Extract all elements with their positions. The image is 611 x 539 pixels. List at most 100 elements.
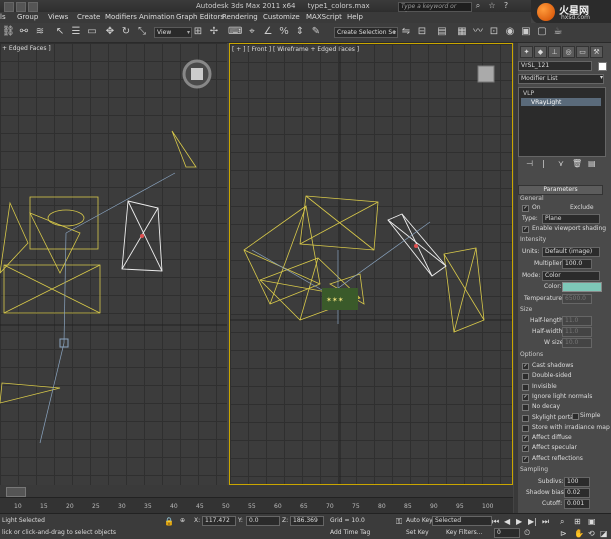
keyboard-shortcut-icon[interactable]: ⌨ bbox=[228, 26, 242, 38]
parameters-rollout[interactable]: Parameters bbox=[518, 185, 603, 195]
menu-create[interactable]: Create bbox=[77, 12, 100, 23]
schematic-view-icon[interactable]: ⊡ bbox=[488, 26, 500, 38]
reference-coord-dropdown[interactable]: View bbox=[154, 27, 192, 38]
go-to-end-icon[interactable]: ⏭ bbox=[542, 517, 549, 527]
orbit-icon[interactable]: ⟲ bbox=[588, 529, 595, 538]
select-manipulate-icon[interactable]: ✢ bbox=[208, 26, 220, 38]
option-checkbox[interactable]: ✓ bbox=[522, 435, 529, 443]
add-time-tag[interactable]: Add Time Tag bbox=[330, 529, 370, 536]
configure-sets-icon[interactable]: ▤ bbox=[588, 159, 596, 168]
modifier-stack[interactable]: VLP VRayLight bbox=[518, 87, 606, 157]
menu-help[interactable]: Help bbox=[347, 12, 363, 23]
graphite-ribbon-icon[interactable]: ▦ bbox=[456, 26, 468, 38]
maximize-viewport-icon[interactable]: ◪ bbox=[600, 529, 608, 538]
current-frame-field[interactable]: 0 bbox=[494, 528, 520, 538]
select-move-icon[interactable]: ✥ bbox=[104, 26, 116, 38]
spinner-snap-icon[interactable]: ⇕ bbox=[294, 26, 306, 38]
option-checkbox[interactable] bbox=[522, 383, 529, 391]
object-name-field[interactable]: VrSL_121 bbox=[518, 61, 592, 71]
menu-tools[interactable]: ls bbox=[0, 12, 6, 23]
app-menu-button[interactable] bbox=[4, 2, 14, 12]
units-dropdown[interactable]: Default (image) bbox=[542, 247, 600, 257]
half-length-spinner[interactable]: 11.0 bbox=[562, 316, 592, 326]
hierarchy-tab[interactable]: ⊥ bbox=[548, 46, 561, 58]
option-checkbox[interactable] bbox=[522, 404, 529, 412]
viewport-front[interactable]: [ + ] [ Front ] [ Wireframe + Edged Face… bbox=[229, 43, 513, 485]
material-editor-icon[interactable]: ◉ bbox=[504, 26, 516, 38]
menu-rendering[interactable]: Rendering bbox=[222, 12, 258, 23]
y-coordinate-field[interactable]: 0.0 bbox=[246, 516, 280, 526]
zoom-extents-icon[interactable]: ▣ bbox=[588, 517, 596, 526]
render-setup-icon[interactable]: ▣ bbox=[520, 26, 532, 38]
option-checkbox[interactable]: ✓ bbox=[522, 455, 529, 463]
color-swatch[interactable] bbox=[562, 282, 602, 292]
mode-dropdown[interactable]: Color bbox=[542, 271, 600, 281]
half-width-spinner[interactable]: 11.0 bbox=[562, 327, 592, 337]
menu-animation[interactable]: Animation bbox=[139, 12, 175, 23]
curve-editor-icon[interactable]: 〰 bbox=[472, 26, 484, 38]
link-icon[interactable]: ⛓ bbox=[2, 26, 15, 38]
time-slider-handle[interactable] bbox=[6, 487, 26, 497]
modifier-list-dropdown[interactable]: Modifier List bbox=[518, 74, 604, 84]
help-icon[interactable]: ? bbox=[500, 0, 512, 12]
shadow-bias-spinner[interactable]: 0.02 bbox=[564, 488, 590, 498]
exclude-button[interactable]: Exclude bbox=[570, 204, 594, 211]
render-production-icon[interactable]: ☕ bbox=[552, 26, 564, 38]
menu-graph-editors[interactable]: Graph Editors bbox=[176, 12, 224, 23]
key-icon[interactable]: ⚿ bbox=[396, 517, 402, 527]
option-checkbox[interactable]: ✓ bbox=[522, 393, 529, 401]
cutoff-spinner[interactable]: 0.001 bbox=[564, 499, 590, 509]
rendered-frame-icon[interactable]: ▢ bbox=[536, 26, 548, 38]
select-by-name-icon[interactable]: ☰ bbox=[70, 26, 82, 38]
zoom-icon[interactable]: ⌕ bbox=[560, 517, 564, 527]
menu-maxscript[interactable]: MAXScript bbox=[306, 12, 342, 23]
auto-key-button[interactable]: Auto Key bbox=[406, 517, 433, 524]
search-input[interactable]: Type a keyword or phrase bbox=[398, 2, 472, 18]
stack-item-vraylight[interactable]: VRayLight bbox=[531, 99, 561, 106]
temperature-spinner[interactable]: 6500.0 bbox=[562, 294, 592, 304]
type-dropdown[interactable]: Plane bbox=[542, 214, 600, 224]
z-coordinate-field[interactable]: 186.369 bbox=[290, 516, 324, 526]
select-rotate-icon[interactable]: ↻ bbox=[120, 26, 132, 38]
option-checkbox[interactable]: ✓ bbox=[522, 445, 529, 453]
set-key-button[interactable]: Set Key bbox=[406, 529, 429, 536]
command-panel-scrollbar[interactable] bbox=[514, 43, 518, 513]
named-selection-dropdown[interactable]: Create Selection Se bbox=[334, 27, 398, 38]
make-unique-icon[interactable]: ⋎ bbox=[558, 159, 564, 168]
option-checkbox[interactable] bbox=[522, 414, 529, 422]
on-checkbox[interactable]: ✓ bbox=[522, 205, 529, 212]
modify-tab[interactable]: ◆ bbox=[534, 46, 547, 58]
viewport-left[interactable]: + Edged Faces ] bbox=[0, 43, 227, 485]
object-color-swatch[interactable] bbox=[598, 62, 607, 71]
bind-space-warp-icon[interactable]: ≋ bbox=[34, 26, 46, 38]
enable-viewport-checkbox[interactable]: ✓ bbox=[522, 226, 529, 233]
create-tab[interactable]: ✦ bbox=[520, 46, 533, 58]
subdivs-spinner[interactable]: 100 bbox=[564, 477, 590, 487]
search-icon[interactable]: ⌕ bbox=[472, 0, 484, 12]
stack-item-vlp[interactable]: VLP bbox=[523, 90, 534, 97]
lock-selection-icon[interactable]: 🔒 bbox=[164, 517, 174, 526]
option-checkbox[interactable]: ✓ bbox=[522, 363, 529, 370]
rect-selection-icon[interactable]: ▭ bbox=[86, 26, 98, 38]
option-checkbox[interactable] bbox=[522, 373, 529, 381]
quick-access-open-button[interactable] bbox=[28, 2, 38, 12]
unlink-icon[interactable]: ⚯ bbox=[18, 26, 30, 38]
next-frame-icon[interactable]: ▶| bbox=[528, 517, 537, 526]
key-mode-dropdown[interactable]: Selected bbox=[432, 516, 492, 526]
select-scale-icon[interactable]: ⤡ bbox=[136, 26, 148, 38]
time-config-icon[interactable]: ⏲ bbox=[524, 528, 530, 538]
angle-snap-icon[interactable]: ∠ bbox=[262, 26, 274, 38]
community-icon[interactable]: ☆ bbox=[486, 0, 498, 12]
abs-transform-icon[interactable]: ⊕ bbox=[180, 517, 185, 524]
play-icon[interactable]: ▶ bbox=[516, 517, 522, 526]
motion-tab[interactable]: ◎ bbox=[562, 46, 575, 58]
show-end-result-icon[interactable]: | bbox=[542, 159, 545, 168]
menu-views[interactable]: Views bbox=[48, 12, 68, 23]
mirror-icon[interactable]: ⇋ bbox=[400, 26, 412, 38]
edit-named-selection-icon[interactable]: ✎ bbox=[310, 26, 322, 38]
pan-view-icon[interactable]: ✋ bbox=[574, 529, 584, 538]
percent-snap-icon[interactable]: % bbox=[278, 26, 290, 38]
field-of-view-icon[interactable]: ⊳ bbox=[560, 529, 567, 538]
w-size-spinner[interactable]: 10.0 bbox=[562, 338, 592, 348]
snap-toggle-icon[interactable]: ⌖ bbox=[246, 26, 258, 38]
